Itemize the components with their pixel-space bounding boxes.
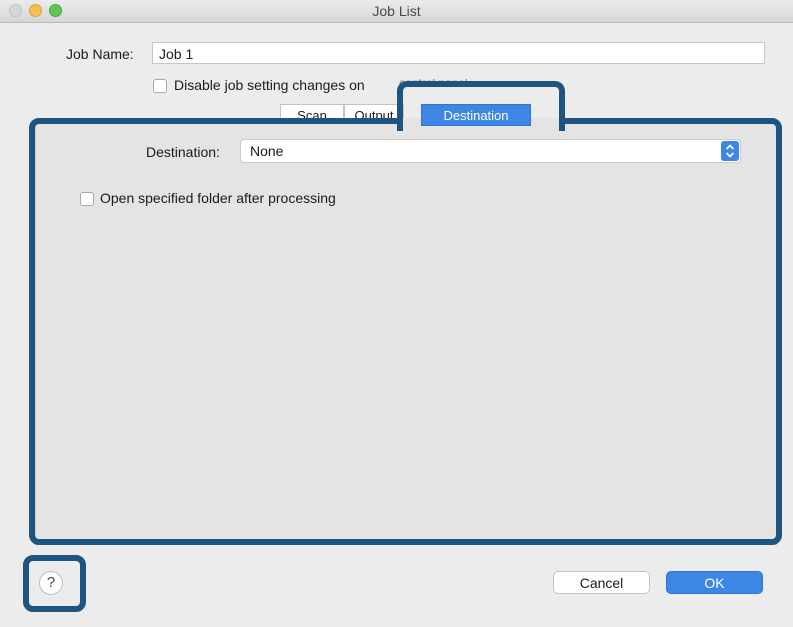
cancel-button[interactable]: Cancel [553,571,650,594]
window-title: Job List [372,3,421,19]
disable-job-changes-checkbox[interactable] [153,79,167,93]
tab-output[interactable]: Output [344,104,404,121]
destination-select[interactable]: None [240,139,741,163]
tab-scan[interactable]: Scan [280,104,344,121]
open-folder-checkbox[interactable] [80,192,94,206]
job-name-label: Job Name: [66,46,134,62]
tab-destination-overlay[interactable]: Destination [421,104,531,126]
help-button[interactable]: ? [39,571,63,595]
destination-label: Destination: [146,144,220,160]
ok-button[interactable]: OK [666,571,763,594]
disable-job-changes-obscured-text: control panel. [399,79,472,87]
destination-settings-panel [35,120,777,545]
select-stepper-icon [721,141,739,161]
disable-job-changes-label: Disable job setting changes on [174,77,365,93]
destination-selected-value: None [250,143,284,159]
job-name-field[interactable]: Job 1 [152,42,765,64]
title-bar: Job List [0,0,793,23]
open-folder-label: Open specified folder after processing [100,190,336,206]
job-list-window: Job List Job Name: Job 1 Disable job set… [0,0,793,627]
